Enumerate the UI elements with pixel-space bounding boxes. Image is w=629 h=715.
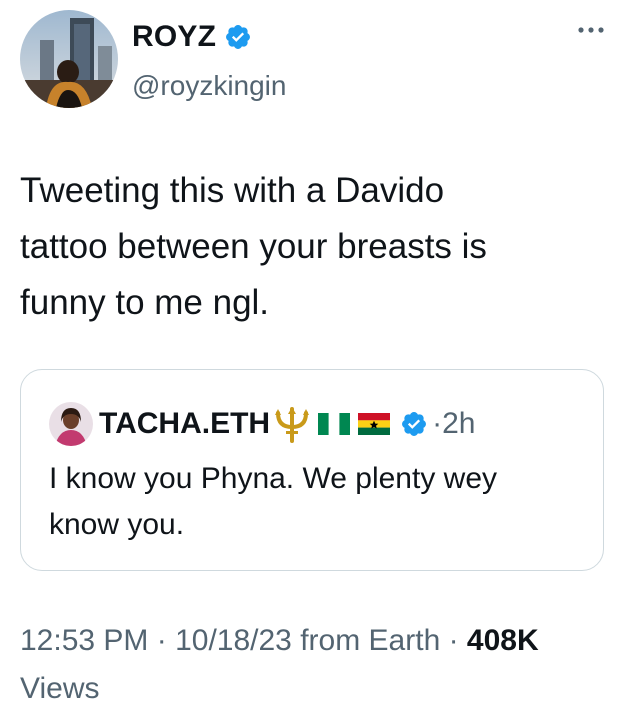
quoted-timestamp[interactable]: 2h xyxy=(442,407,475,441)
quoted-avatar-image xyxy=(49,402,93,446)
views-label: Views xyxy=(20,672,100,705)
author-display-name[interactable]: ROYZ xyxy=(132,20,216,54)
quoted-tweet-header: TACHA.ETH · 2h xyxy=(49,402,475,446)
verified-badge-icon xyxy=(224,23,252,51)
quoted-author-emojis xyxy=(274,405,391,443)
nigeria-flag-icon xyxy=(318,413,351,435)
trident-emoji-icon xyxy=(275,407,310,443)
more-options-button[interactable] xyxy=(573,18,609,42)
author-name-row: ROYZ xyxy=(132,20,252,54)
tweet-date[interactable]: 10/18/23 xyxy=(175,624,292,657)
more-horizontal-icon xyxy=(578,27,604,33)
avatar-image xyxy=(20,10,118,108)
quoted-tweet-text: I know you Phyna. We plenty wey know you… xyxy=(49,462,498,541)
quoted-separator: · xyxy=(432,407,443,440)
tweet-metadata: 12:53 PM · 10/18/23 from Earth · 408K Vi… xyxy=(20,617,610,713)
tweet-text: Tweeting this with a Davido tattoo betwe… xyxy=(20,171,487,322)
author-handle[interactable]: @royzkingin xyxy=(132,70,286,102)
tweet-source: from Earth xyxy=(291,624,441,657)
meta-separator: · xyxy=(148,624,176,657)
tweet-time[interactable]: 12:53 PM xyxy=(20,624,148,657)
meta-separator: · xyxy=(440,624,467,657)
quoted-verified-badge-icon xyxy=(400,410,428,438)
ghana-flag-icon xyxy=(358,413,391,435)
quoted-tweet-card[interactable]: TACHA.ETH · 2h I know you Phyna. We plen… xyxy=(20,369,604,571)
tweet-header: ROYZ @royzkingin xyxy=(20,10,609,110)
quoted-user-avatar[interactable] xyxy=(49,402,93,446)
user-avatar[interactable] xyxy=(20,10,118,108)
quoted-author-name[interactable]: TACHA.ETH xyxy=(99,407,270,441)
views-count[interactable]: 408K xyxy=(467,624,539,657)
